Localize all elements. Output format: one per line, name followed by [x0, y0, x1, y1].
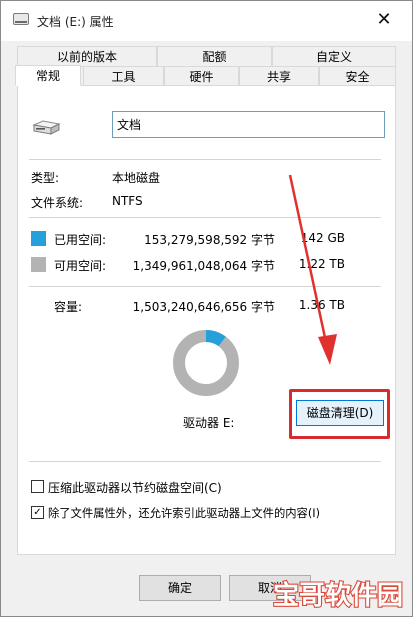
- free-space-label: 可用空间:: [54, 259, 107, 273]
- annotation-arrow: [288, 174, 337, 365]
- drive-title-icon: [13, 13, 29, 25]
- disk-cleanup-button[interactable]: 磁盘清理(D): [296, 400, 384, 426]
- watermark: 宝哥软件园: [271, 576, 409, 612]
- tab-hardware[interactable]: 硬件: [164, 66, 239, 87]
- tab-label: 工具: [111, 70, 136, 84]
- tab-label: 常规: [35, 69, 60, 83]
- arrow-head: [318, 334, 337, 365]
- compress-checkbox[interactable]: [31, 480, 44, 493]
- used-space-bytes: 153,279,598,592 字节: [144, 233, 275, 247]
- watermark-logo: 宝哥软件园: [272, 579, 404, 612]
- tab-customize[interactable]: 自定义: [272, 46, 396, 67]
- tab-label: 配额: [202, 50, 227, 64]
- drive-name-field[interactable]: [112, 111, 385, 138]
- free-space-ring: [173, 330, 239, 396]
- arrow-shaft: [288, 174, 329, 348]
- tab-tools[interactable]: 工具: [83, 66, 164, 87]
- divider: [29, 159, 381, 160]
- filesystem-label: 文件系统:: [31, 196, 84, 210]
- checkmark-icon: ✓: [33, 507, 42, 518]
- tab-label: 安全: [345, 70, 370, 84]
- ok-label: 确定: [167, 581, 192, 595]
- type-label: 类型:: [31, 171, 60, 185]
- used-space-swatch: [31, 231, 46, 246]
- watermark-text: 宝哥软件园: [273, 580, 403, 611]
- disk-cleanup-label: 磁盘清理(D): [306, 406, 374, 420]
- free-space-swatch: [31, 257, 46, 272]
- tab-security[interactable]: 安全: [319, 66, 396, 87]
- filesystem-value: NTFS: [112, 194, 143, 208]
- tab-general[interactable]: 常规: [15, 65, 81, 86]
- tab-sharing[interactable]: 共享: [239, 66, 319, 87]
- index-checkbox[interactable]: ✓: [31, 506, 44, 519]
- close-button[interactable]: ✕: [370, 7, 398, 33]
- tab-label: 共享: [266, 70, 291, 84]
- capacity-bytes: 1,503,240,646,656 字节: [132, 300, 275, 314]
- title-bar: 文档 (E:) 属性 ✕: [1, 1, 412, 41]
- used-space-label: 已用空间:: [54, 233, 107, 247]
- index-label: 除了文件属性外，还允许索引此驱动器上文件的内容(I): [48, 507, 320, 520]
- free-space-bytes: 1,349,961,048,064 字节: [132, 259, 275, 273]
- tab-label: 以前的版本: [56, 50, 117, 64]
- divider: [29, 461, 381, 462]
- compress-label: 压缩此驱动器以节约磁盘空间(C): [48, 481, 222, 495]
- ok-button[interactable]: 确定: [139, 575, 221, 601]
- capacity-label: 容量:: [54, 300, 83, 314]
- close-icon: ✕: [376, 9, 392, 30]
- hard-drive-icon: [32, 120, 61, 135]
- type-value: 本地磁盘: [112, 171, 161, 185]
- drive-letter-label: 驱动器 E:: [183, 416, 235, 430]
- tab-label: 自定义: [315, 50, 352, 64]
- tab-label: 硬件: [189, 70, 214, 84]
- properties-window: 文档 (E:) 属性 ✕ 以前的版本 配额 自定义 常规 工具 硬件 共享 安全…: [0, 0, 413, 617]
- disk-usage-donut: [173, 330, 239, 396]
- tab-previous-versions[interactable]: 以前的版本: [17, 46, 157, 67]
- tab-quota[interactable]: 配额: [157, 46, 272, 67]
- window-title: 文档 (E:) 属性: [37, 15, 114, 29]
